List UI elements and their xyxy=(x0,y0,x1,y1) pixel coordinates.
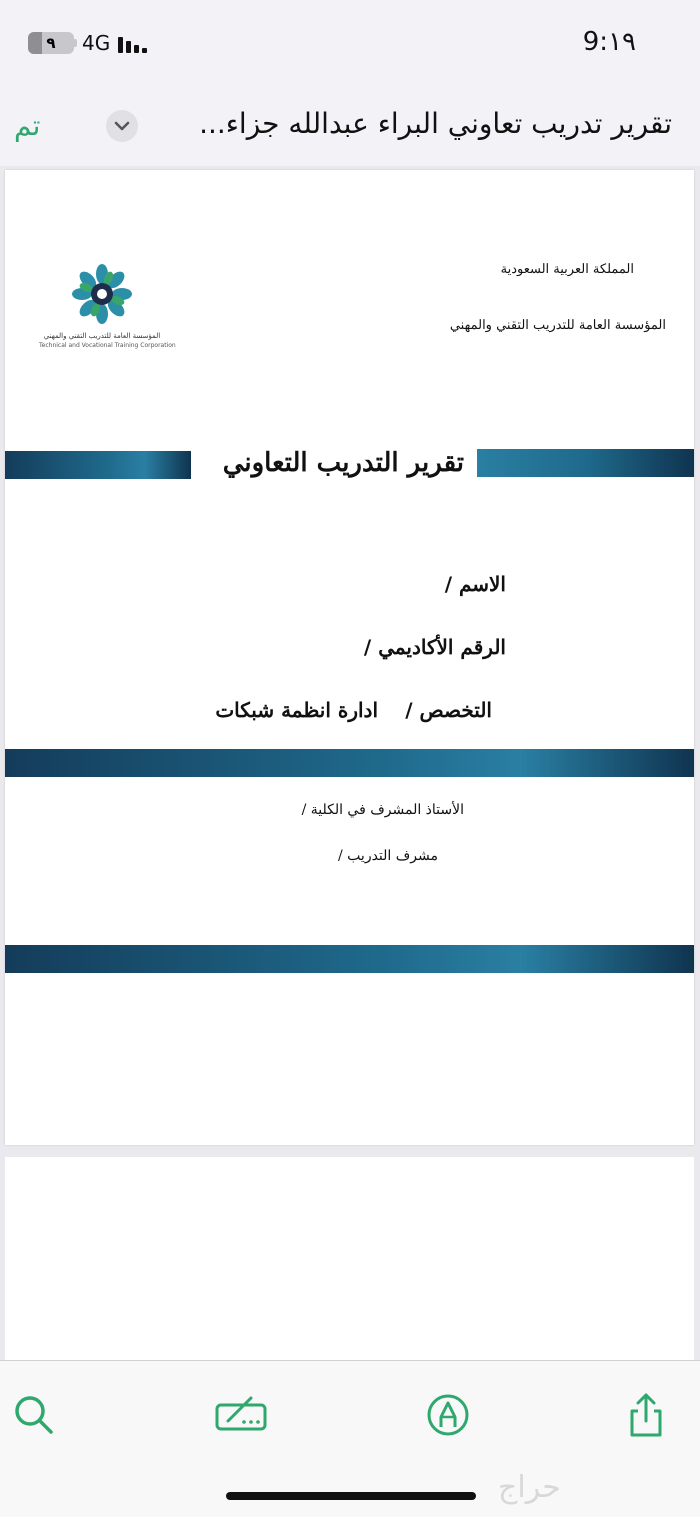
title-band-left xyxy=(5,451,191,479)
clock: 9:١٩ xyxy=(582,27,636,57)
share-button[interactable] xyxy=(622,1391,670,1439)
title-band-right xyxy=(477,449,694,477)
watermark: حراج xyxy=(498,1470,561,1505)
report-title: تقرير التدريب التعاوني xyxy=(222,448,464,478)
signal-icon xyxy=(118,33,154,53)
tvtc-logo: المؤسسة العامة للتدريب التقني والمهني Te… xyxy=(39,262,176,352)
specialization-label: التخصص / xyxy=(405,698,492,722)
battery-level: ٩ xyxy=(46,34,56,52)
search-icon xyxy=(15,1396,53,1434)
pen-icon xyxy=(427,1394,469,1436)
specialization-value: ادارة انظمة شبكات xyxy=(215,698,378,722)
document-page: المملكة العربية السعودية المؤسسة العامة … xyxy=(5,170,694,1145)
document-page-2 xyxy=(5,1157,694,1367)
share-icon xyxy=(630,1393,662,1437)
navigation-bar: تم تقرير تدريب تعاوني البراء عبدالله جزا… xyxy=(0,86,700,166)
network-type: 4G xyxy=(82,31,111,55)
header-corporation: المؤسسة العامة للتدريب التقني والمهني xyxy=(449,318,666,333)
home-indicator[interactable] xyxy=(226,1492,476,1500)
document-title: تقرير تدريب تعاوني البراء عبدالله جزاء..… xyxy=(199,107,672,140)
chevron-down-icon xyxy=(114,121,130,131)
training-supervisor-label: مشرف التدريب / xyxy=(338,848,438,864)
tvtc-logo-icon xyxy=(72,264,132,324)
markup-icon xyxy=(215,1396,267,1431)
name-label: الاسم / xyxy=(444,572,506,596)
header-kingdom: المملكة العربية السعودية xyxy=(500,262,634,277)
logo-caption-arabic: المؤسسة العامة للتدريب التقني والمهني xyxy=(43,332,161,340)
logo-caption-english: Technical and Vocational Training Corpor… xyxy=(39,342,176,349)
markup-button[interactable] xyxy=(214,1391,270,1439)
bottom-band xyxy=(5,945,694,973)
done-button[interactable]: تم xyxy=(14,108,40,144)
college-supervisor-label: الأستاذ المشرف في الكلية / xyxy=(301,802,464,818)
annotate-button[interactable] xyxy=(424,1391,472,1439)
battery-icon: ٩ xyxy=(28,32,74,54)
title-menu-button[interactable] xyxy=(106,110,138,142)
status-bar: ٩ 4G 9:١٩ xyxy=(0,0,700,86)
search-button[interactable] xyxy=(10,1391,58,1439)
academic-number-label: الرقم الأكاديمي / xyxy=(363,635,506,659)
middle-band xyxy=(5,749,694,777)
